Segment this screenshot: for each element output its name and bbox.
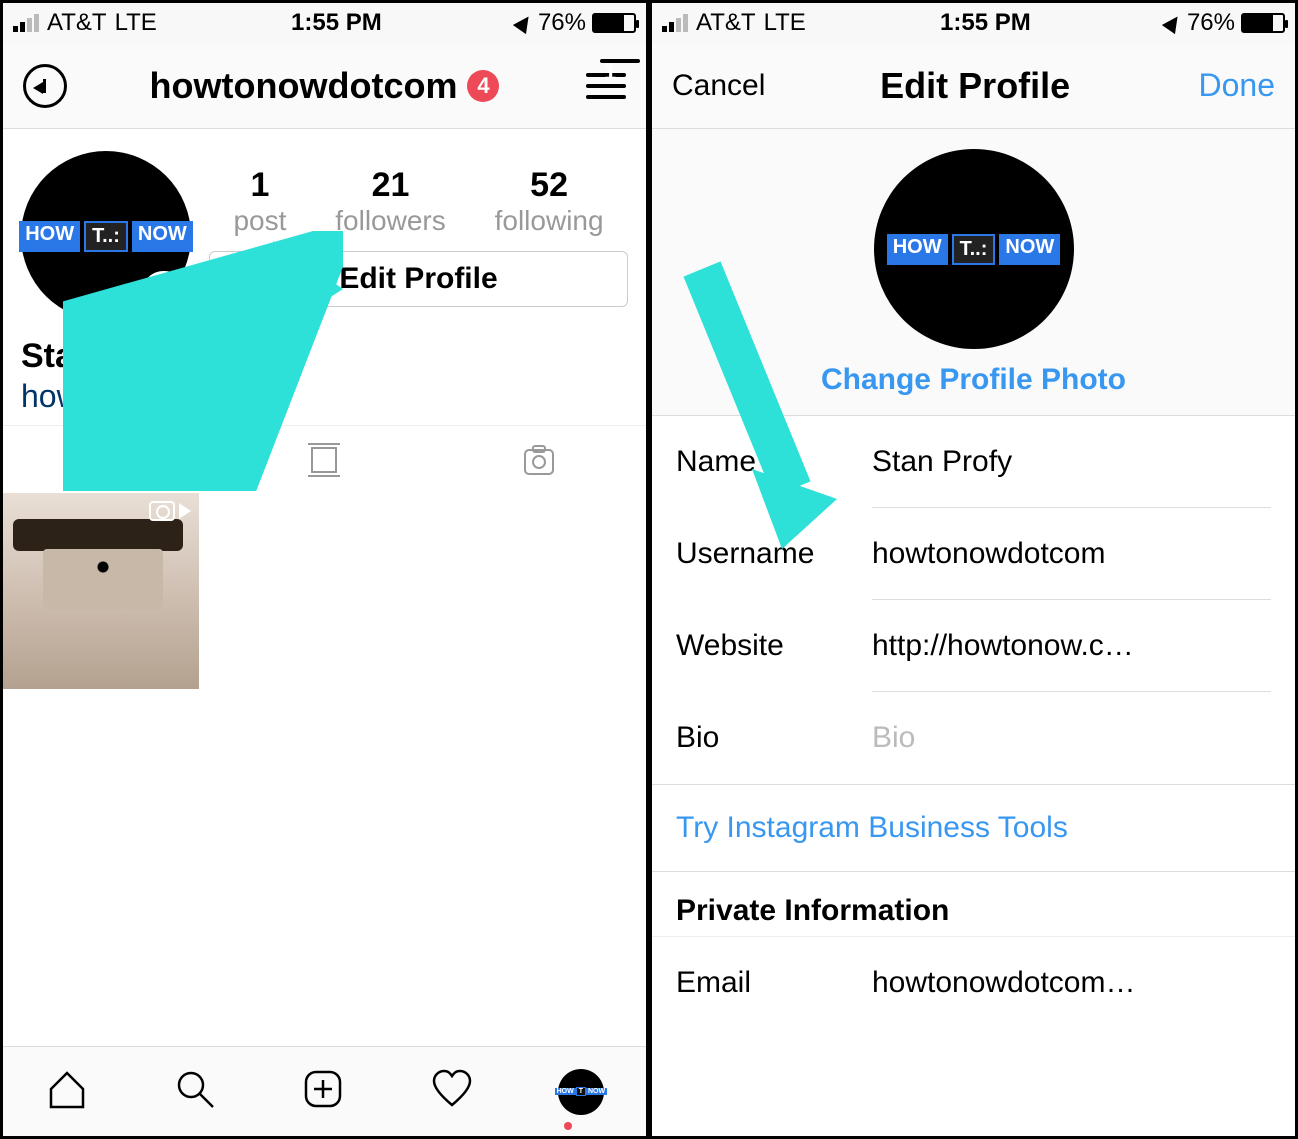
- nav-add[interactable]: [301, 1067, 345, 1116]
- battery-pct: 76%: [538, 9, 586, 37]
- nav-activity[interactable]: [430, 1067, 474, 1116]
- row-email[interactable]: Email howtonowdotcom…: [652, 937, 1295, 1029]
- posts-grid: [3, 493, 646, 689]
- bio-field[interactable]: Bio: [872, 693, 1271, 783]
- annotation-arrow-icon: [649, 249, 842, 554]
- avatar-text-right: NOW: [999, 234, 1060, 265]
- clock: 1:55 PM: [291, 9, 382, 37]
- nav-search[interactable]: [173, 1067, 217, 1116]
- signal-icon: [13, 14, 39, 32]
- edit-nav-bar: Cancel Edit Profile Done: [652, 43, 1295, 129]
- row-website[interactable]: Website http://howtonow.c…: [652, 600, 1295, 692]
- profile-username-title[interactable]: howtonowdotcom: [150, 65, 458, 107]
- battery-icon: [1241, 13, 1285, 33]
- name-field[interactable]: Stan Profy: [872, 417, 1271, 508]
- avatar-text-left: HOW: [887, 234, 948, 265]
- post-thumbnail[interactable]: [3, 493, 199, 689]
- menu-button[interactable]: 1: [586, 73, 626, 99]
- stat-posts[interactable]: 1 post: [233, 166, 286, 237]
- nav-profile[interactable]: HOWTNOW: [558, 1069, 604, 1115]
- stat-followers[interactable]: 21 followers: [335, 166, 445, 237]
- stat-following[interactable]: 52 following: [495, 166, 604, 237]
- bottom-nav: HOWTNOW: [3, 1046, 646, 1136]
- network-label: LTE: [764, 9, 806, 37]
- business-tools-link[interactable]: Try Instagram Business Tools: [652, 784, 1295, 872]
- archive-icon[interactable]: [23, 64, 67, 108]
- signal-icon: [662, 14, 688, 32]
- nav-home[interactable]: [45, 1067, 89, 1116]
- edit-title: Edit Profile: [880, 65, 1070, 107]
- tab-tagged[interactable]: [432, 440, 646, 480]
- annotation-arrow-icon: [63, 231, 343, 496]
- profile-nav-bar: howtonowdotcom 4 1: [3, 43, 646, 129]
- network-label: LTE: [115, 9, 157, 37]
- location-icon: [513, 12, 535, 34]
- avatar-text-mid: T..:: [952, 234, 996, 265]
- carrier-label: AT&T: [696, 9, 756, 37]
- row-bio[interactable]: Bio Bio: [652, 692, 1295, 784]
- clock: 1:55 PM: [940, 9, 1031, 37]
- edit-avatar[interactable]: HOW T..: NOW: [874, 149, 1074, 349]
- nav-activity-dot: [564, 1122, 572, 1130]
- carrier-label: AT&T: [47, 9, 107, 37]
- location-icon: [1162, 12, 1184, 34]
- battery-pct: 76%: [1187, 9, 1235, 37]
- media-type-icon: [149, 501, 191, 521]
- notification-badge[interactable]: 4: [467, 70, 499, 102]
- status-bar: AT&T LTE 1:55 PM 76%: [3, 3, 646, 43]
- cancel-button[interactable]: Cancel: [672, 69, 765, 103]
- website-field[interactable]: http://howtonow.c…: [872, 601, 1271, 692]
- email-field[interactable]: howtonowdotcom…: [872, 938, 1271, 1028]
- menu-badge: 1: [600, 59, 640, 63]
- username-field[interactable]: howtonowdotcom: [872, 509, 1271, 600]
- done-button[interactable]: Done: [1198, 67, 1275, 104]
- profile-screen: AT&T LTE 1:55 PM 76% howtonowdotcom 4 1: [0, 0, 649, 1139]
- edit-profile-screen: AT&T LTE 1:55 PM 76% Cancel Edit Profile…: [649, 0, 1298, 1139]
- status-bar: AT&T LTE 1:55 PM 76%: [652, 3, 1295, 43]
- battery-icon: [592, 13, 636, 33]
- private-info-header: Private Information: [652, 872, 1295, 937]
